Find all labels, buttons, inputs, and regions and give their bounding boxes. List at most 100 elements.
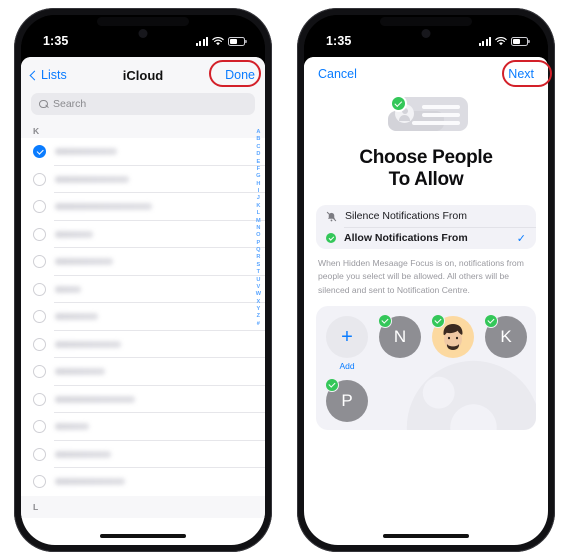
- bubble-line: [422, 105, 460, 109]
- contacts-app: Lists iCloud Done Search K L ABCDEFGHIJK…: [21, 57, 265, 545]
- right-phone-frame: 1:35 Cancel Next Choose People To Allow …: [297, 8, 555, 552]
- alphabet-index-letter[interactable]: #: [257, 321, 260, 328]
- contact-name-redacted: [55, 258, 113, 266]
- right-phone-screen: 1:35 Cancel Next Choose People To Allow …: [304, 15, 548, 545]
- contact-row[interactable]: [21, 441, 265, 469]
- alphabet-index-letter[interactable]: V: [256, 284, 260, 291]
- green-check-icon: [326, 233, 336, 244]
- status-indicators: [195, 36, 247, 46]
- alphabet-index-letter[interactable]: C: [256, 144, 260, 151]
- alphabet-index[interactable]: A B C D E F G H I J K L M N O P Q R S T U V W X Y Z #: [256, 129, 261, 328]
- checkbox-icon[interactable]: [33, 282, 46, 296]
- checkbox-icon[interactable]: [33, 392, 46, 406]
- alphabet-index-letter[interactable]: U: [256, 277, 260, 284]
- signal-bars-icon: [478, 36, 491, 46]
- add-person-label: Add: [339, 361, 355, 371]
- contact-row[interactable]: [21, 276, 265, 304]
- alphabet-index-letter[interactable]: N: [256, 225, 260, 232]
- checkbox-icon[interactable]: [33, 255, 46, 269]
- checkbox-icon[interactable]: [33, 365, 46, 379]
- alphabet-index-letter[interactable]: F: [257, 166, 260, 173]
- cancel-button[interactable]: Cancel: [318, 67, 357, 81]
- alphabet-index-letter[interactable]: Y: [256, 306, 260, 313]
- person-avatar[interactable]: K: [484, 314, 527, 371]
- right-status-bar: 1:35: [304, 15, 548, 57]
- checkbox-icon[interactable]: [33, 475, 46, 489]
- contact-name-redacted: [55, 395, 135, 403]
- description-text: When Hidden Mesaage Focus is on, notific…: [318, 258, 524, 295]
- alphabet-index-letter[interactable]: R: [256, 254, 260, 261]
- alphabet-index-letter[interactable]: Z: [257, 313, 260, 320]
- checkbox-icon[interactable]: [33, 227, 46, 241]
- bubble-line: [412, 121, 460, 125]
- alphabet-index-letter[interactable]: M: [256, 218, 261, 225]
- contact-list[interactable]: [21, 138, 265, 496]
- status-time: 1:35: [43, 34, 69, 48]
- contact-name-redacted: [55, 230, 93, 238]
- notification-options-card: Silence Notifications From Allow Notifica…: [316, 205, 536, 250]
- alphabet-index-letter[interactable]: J: [257, 195, 260, 202]
- alphabet-index-letter[interactable]: X: [256, 299, 260, 306]
- alphabet-index-letter[interactable]: H: [256, 181, 260, 188]
- alphabet-index-letter[interactable]: A: [256, 129, 260, 136]
- avatar: +: [326, 316, 368, 358]
- people-row[interactable]: + Add N K: [326, 314, 527, 371]
- hero-section: Choose People To Allow: [304, 91, 548, 194]
- green-check-badge-icon: [484, 314, 498, 328]
- contact-name-redacted: [55, 340, 121, 348]
- notification-option[interactable]: Allow Notifications From ✓: [316, 227, 536, 249]
- checkbox-icon[interactable]: [33, 447, 46, 461]
- contact-name-redacted: [55, 285, 81, 293]
- checkbox-checked-icon[interactable]: [33, 145, 46, 159]
- checkbox-icon[interactable]: [33, 310, 46, 324]
- contact-row[interactable]: [21, 413, 265, 441]
- contact-row[interactable]: [21, 303, 265, 331]
- contact-name-redacted: [55, 148, 117, 156]
- notification-option[interactable]: Silence Notifications From: [316, 205, 536, 227]
- alphabet-index-letter[interactable]: O: [256, 232, 260, 239]
- hero-title-line1: Choose People: [359, 147, 493, 168]
- alphabet-index-letter[interactable]: S: [256, 262, 260, 269]
- contact-row[interactable]: [21, 166, 265, 194]
- contact-row[interactable]: [21, 468, 265, 496]
- bubble-line: [422, 113, 460, 117]
- contact-name-redacted: [55, 368, 105, 376]
- alphabet-index-letter[interactable]: D: [256, 151, 260, 158]
- people-row[interactable]: P: [325, 378, 526, 422]
- contact-row[interactable]: [21, 386, 265, 414]
- alphabet-index-letter[interactable]: B: [256, 136, 260, 143]
- back-button[interactable]: Lists: [29, 68, 67, 82]
- alphabet-index-letter[interactable]: W: [256, 291, 261, 298]
- checkbox-icon[interactable]: [33, 200, 46, 214]
- contact-row[interactable]: [21, 193, 265, 221]
- home-indicator: [100, 534, 186, 538]
- alphabet-index-letter[interactable]: P: [256, 240, 260, 247]
- contact-row[interactable]: [21, 221, 265, 249]
- alphabet-index-letter[interactable]: G: [256, 173, 260, 180]
- checkbox-icon[interactable]: [33, 172, 46, 186]
- add-person-button[interactable]: + Add: [326, 316, 368, 371]
- notification-option-label: Allow Notifications From: [344, 232, 468, 245]
- contact-row[interactable]: [21, 331, 265, 359]
- checkbox-icon[interactable]: [33, 337, 46, 351]
- alphabet-index-letter[interactable]: L: [257, 210, 260, 217]
- alphabet-index-letter[interactable]: I: [258, 188, 260, 195]
- alphabet-index-letter[interactable]: K: [256, 203, 260, 210]
- alphabet-index-letter[interactable]: T: [257, 269, 260, 276]
- done-button[interactable]: Done: [225, 68, 255, 82]
- alphabet-index-letter[interactable]: E: [256, 159, 260, 166]
- green-check-badge-icon: [390, 95, 407, 112]
- left-status-bar: 1:35: [21, 15, 265, 57]
- person-avatar[interactable]: P: [325, 378, 368, 422]
- message-bubbles-check-icon: [384, 95, 468, 139]
- person-avatar[interactable]: [431, 314, 474, 371]
- next-button[interactable]: Next: [508, 67, 534, 81]
- left-phone-frame: 1:35 Lists iCloud Done Search K L A B C …: [14, 8, 272, 552]
- contact-row[interactable]: [21, 358, 265, 386]
- contact-row[interactable]: [21, 248, 265, 276]
- contact-row[interactable]: [21, 138, 265, 166]
- alphabet-index-letter[interactable]: Q: [256, 247, 260, 254]
- search-input[interactable]: Search: [31, 93, 255, 115]
- checkbox-icon[interactable]: [33, 420, 46, 434]
- person-avatar[interactable]: N: [378, 314, 421, 371]
